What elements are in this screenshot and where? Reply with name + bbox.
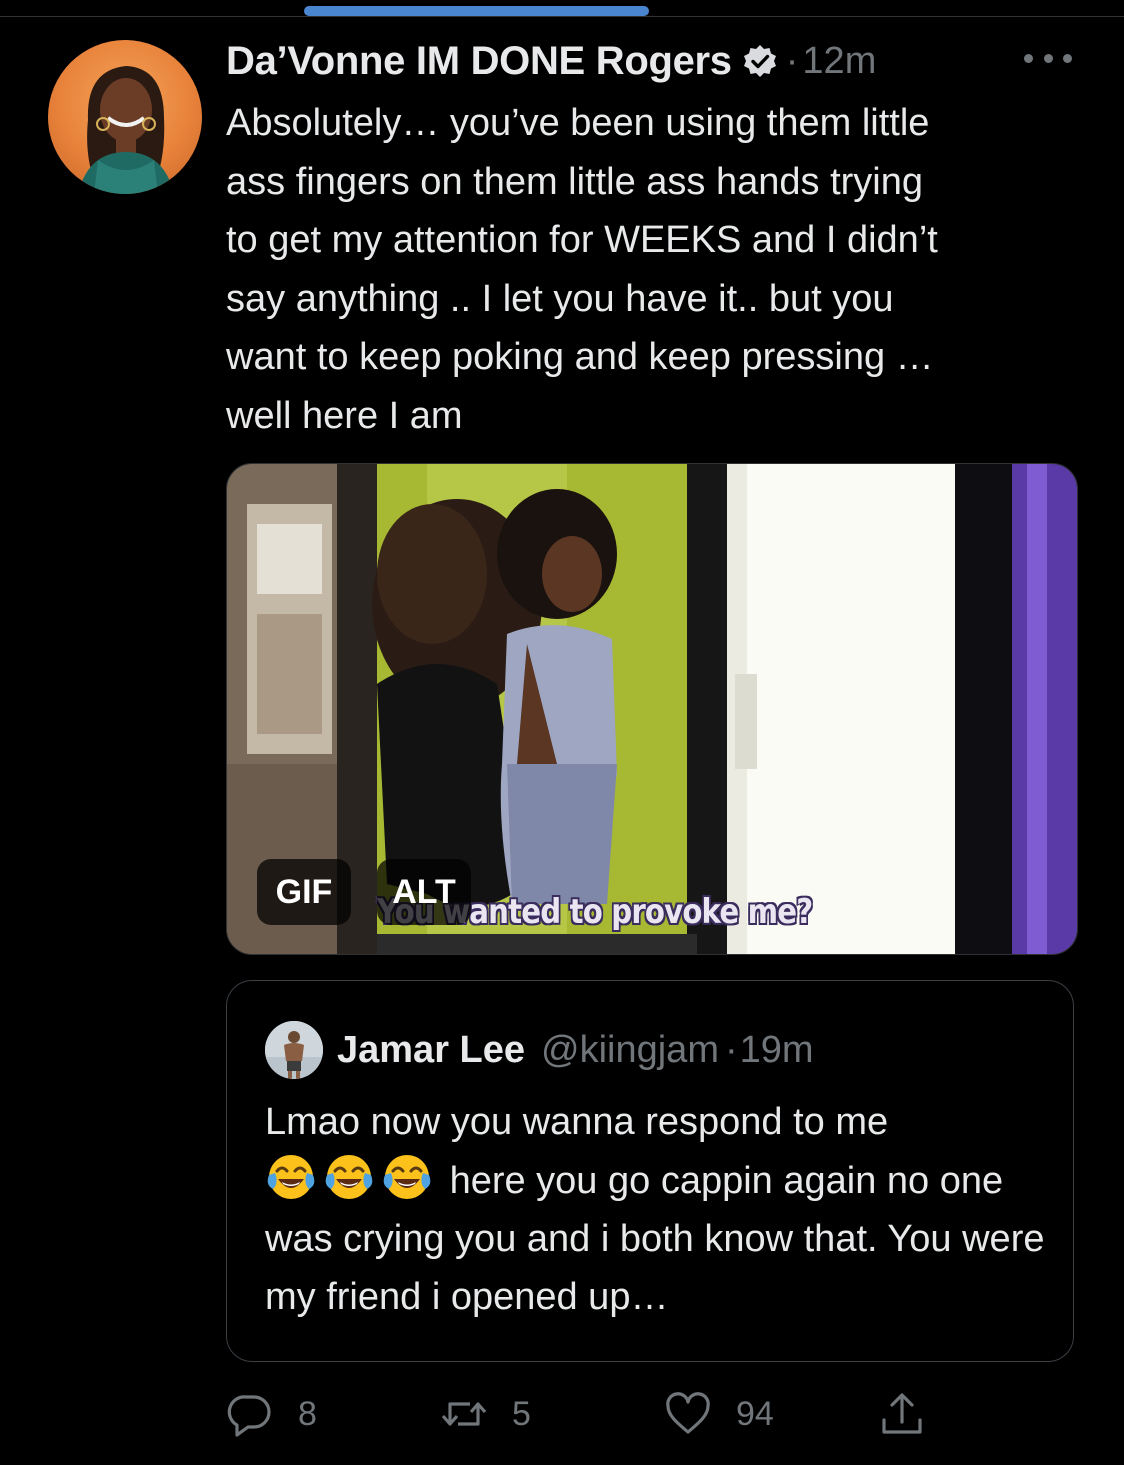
tears-of-joy-emoji [381,1151,433,1203]
like-button[interactable]: 94 [664,1386,774,1442]
quote-separator: · [724,1028,738,1071]
tweet-actions: 8 5 94 [226,1386,946,1442]
reply-icon [227,1395,271,1437]
share-button[interactable] [878,1386,926,1442]
quote-header: Jamar Lee @kiingjam · 19m [265,1021,814,1079]
quote-text: Lmao now you wanna respond to me here yo… [265,1093,1055,1326]
retweet-icon [441,1402,487,1426]
quote-timestamp[interactable]: 19m [740,1029,814,1072]
quote-author-avatar[interactable] [265,1021,323,1079]
quoted-tweet[interactable]: Jamar Lee @kiingjam · 19m Lmao now you w… [226,980,1074,1362]
meta-separator: · [785,39,799,82]
top-divider [0,16,1124,17]
tweet-text: Absolutely… you’ve been using them littl… [226,102,938,437]
tears-of-joy-emoji [323,1151,375,1203]
quote-author-name[interactable]: Jamar Lee [337,1029,525,1072]
author-name[interactable]: Da’Vonne IM DONE Rogers [226,39,732,84]
gif-badge: GIF [257,859,351,925]
gif-frame [227,464,1077,954]
tears-of-joy-emoji [265,1151,317,1203]
alt-badge[interactable]: ALT [377,859,471,925]
verified-badge-icon [742,43,778,79]
heart-icon [666,1392,710,1434]
like-count: 94 [736,1394,774,1433]
tweet-timestamp[interactable]: 12m [802,40,876,83]
scroll-indicator [304,6,649,16]
quote-author-handle[interactable]: @kiingjam [541,1029,719,1072]
reply-count: 8 [298,1394,317,1433]
retweet-button[interactable]: 5 [440,1386,531,1442]
dot [1024,53,1033,63]
tweet-header: Da’Vonne IM DONE Rogers · 12m [226,36,876,86]
reply-button[interactable]: 8 [226,1386,317,1442]
more-dots-icon[interactable] [1024,48,1072,68]
author-avatar[interactable] [48,40,202,194]
dot [1043,53,1053,63]
retweet-count: 5 [512,1394,531,1433]
share-icon [882,1393,922,1434]
tweet-gif[interactable]: GIF You wanted to provoke me? ALT [226,463,1078,955]
quote-text-line1: Lmao now you wanna respond to me [265,1101,889,1143]
dot [1063,53,1072,63]
